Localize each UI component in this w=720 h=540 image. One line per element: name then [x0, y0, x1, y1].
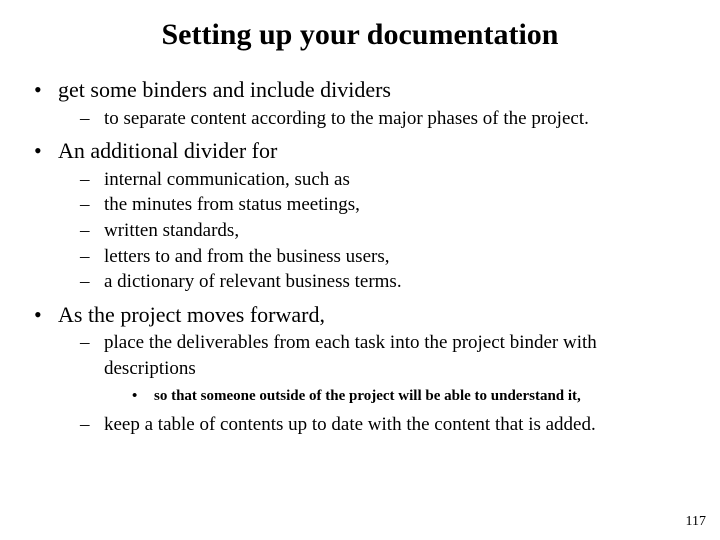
bullet-text: letters to and from the business users,	[104, 246, 389, 267]
list-item: internal communication, such as	[80, 167, 686, 193]
bullet-text: so that someone outside of the project w…	[154, 388, 581, 404]
list-item: get some binders and include dividers to…	[34, 76, 686, 131]
sub-sub-list: so that someone outside of the project w…	[104, 386, 686, 406]
list-item: As the project moves forward, place the …	[34, 301, 686, 438]
bullet-text: written standards,	[104, 220, 239, 241]
list-item: a dictionary of relevant business terms.	[80, 269, 686, 295]
slide: Setting up your documentation get some b…	[0, 0, 720, 438]
bullet-text: get some binders and include dividers	[58, 77, 391, 102]
bullet-list: get some binders and include dividers to…	[34, 76, 686, 438]
bullet-text: place the deliverables from each task in…	[104, 332, 597, 379]
bullet-text: a dictionary of relevant business terms.	[104, 271, 402, 292]
page-number: 117	[686, 514, 706, 530]
sub-list: place the deliverables from each task in…	[58, 330, 686, 437]
list-item: letters to and from the business users,	[80, 244, 686, 270]
list-item: written standards,	[80, 218, 686, 244]
list-item: the minutes from status meetings,	[80, 192, 686, 218]
list-item: to separate content according to the maj…	[80, 106, 686, 132]
list-item: so that someone outside of the project w…	[132, 386, 686, 406]
bullet-text: An additional divider for	[58, 138, 277, 163]
bullet-text: keep a table of contents up to date with…	[104, 414, 596, 435]
bullet-text: the minutes from status meetings,	[104, 194, 360, 215]
sub-list: to separate content according to the maj…	[58, 106, 686, 132]
sub-list: internal communication, such as the minu…	[58, 167, 686, 295]
bullet-text: to separate content according to the maj…	[104, 108, 589, 129]
list-item: place the deliverables from each task in…	[80, 330, 686, 406]
slide-title: Setting up your documentation	[34, 18, 686, 52]
list-item: An additional divider for internal commu…	[34, 137, 686, 295]
bullet-text: As the project moves forward,	[58, 302, 325, 327]
bullet-text: internal communication, such as	[104, 169, 350, 190]
list-item: keep a table of contents up to date with…	[80, 412, 686, 438]
